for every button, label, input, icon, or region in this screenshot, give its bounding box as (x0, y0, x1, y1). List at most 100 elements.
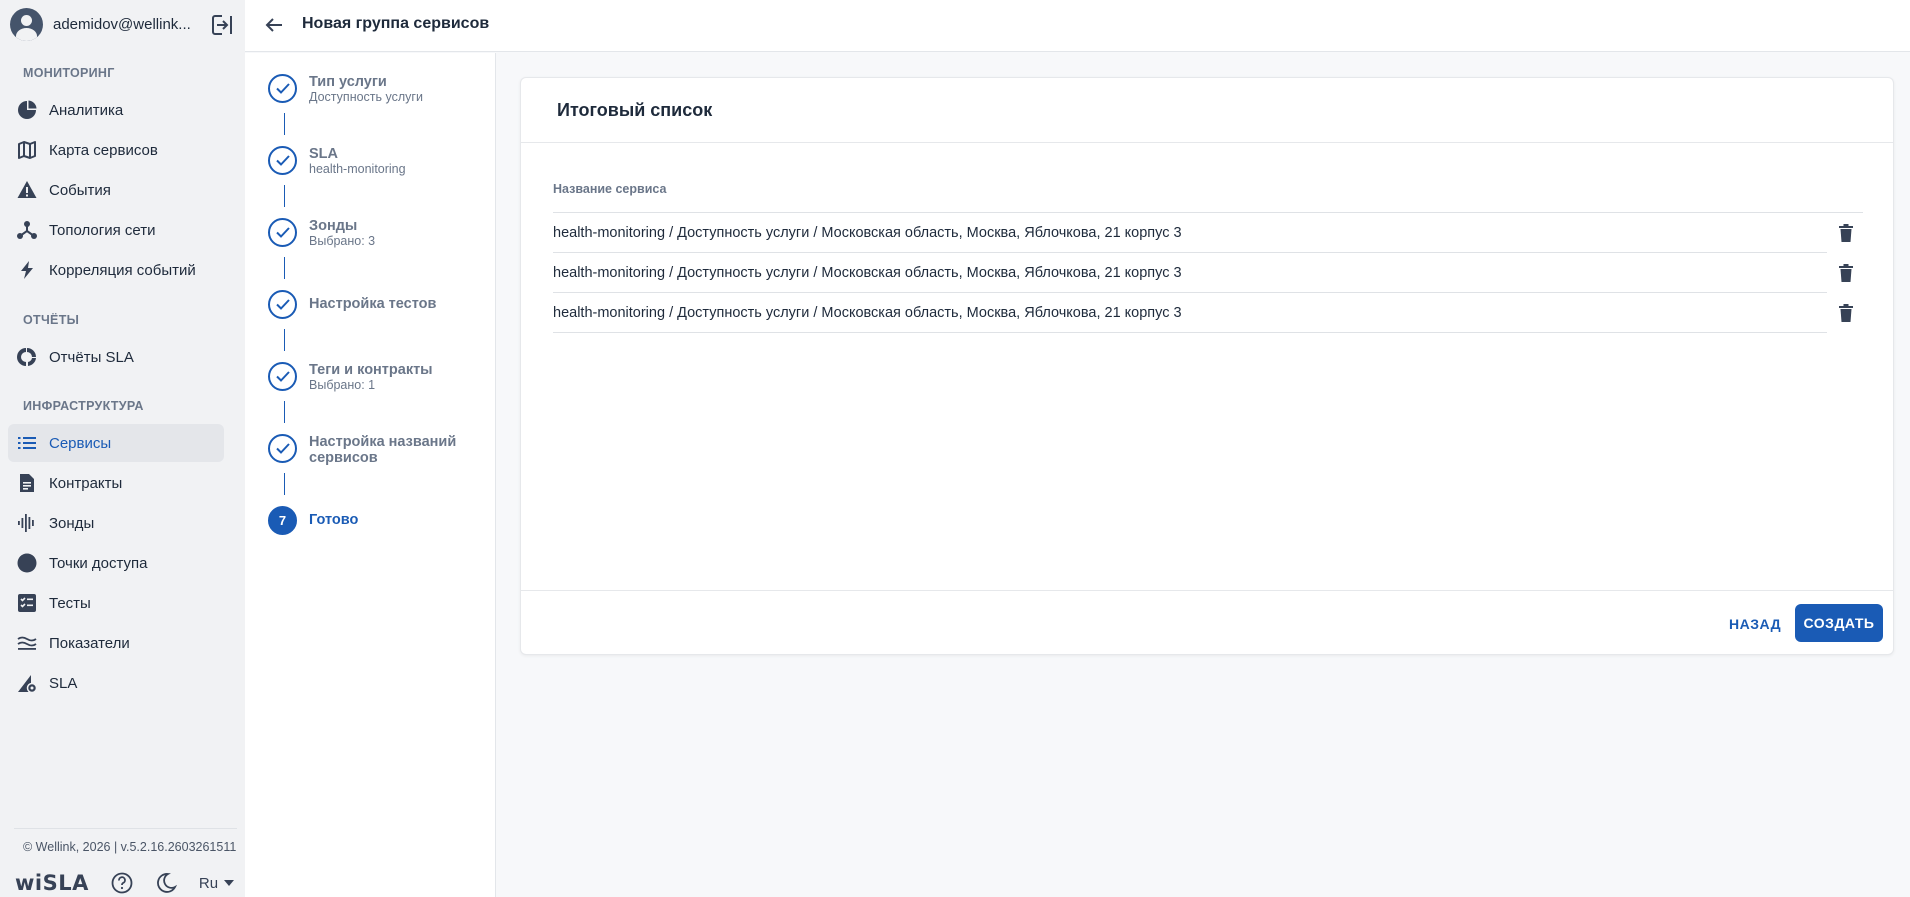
sidebar-item-label: Отчёты SLA (49, 348, 134, 366)
sidebar-item-label: Аналитика (49, 101, 124, 119)
sidebar: ademidov@wellink... МОНИТОРИНГ Аналитика… (0, 0, 245, 897)
step-title: Готово (309, 512, 359, 528)
checklist-icon (18, 594, 36, 612)
warning-icon (17, 181, 37, 198)
sidebar-item-label: Показатели (49, 634, 130, 652)
sidebar-item-contracts[interactable]: Контракты (8, 464, 224, 502)
copyright-text: © Wellink, 2026 | v.5.2.16.2603261511 (23, 840, 237, 854)
sidebar-item-service-map[interactable]: Карта сервисов (8, 131, 224, 169)
sidebar-item-services[interactable]: Сервисы (8, 424, 224, 462)
sidebar-item-indicators[interactable]: Показатели (8, 624, 224, 662)
sidebar-item-sla[interactable]: SLA (8, 664, 224, 702)
dark-mode-icon[interactable] (155, 872, 177, 894)
sidebar-item-label: Карта сервисов (49, 141, 158, 159)
sidebar-item-events[interactable]: События (8, 171, 224, 209)
step-title: Зонды (309, 218, 358, 234)
service-name-cell: health-monitoring / Доступность услуги /… (553, 305, 1182, 321)
sidebar-item-label: Контракты (49, 474, 123, 492)
trash-icon[interactable] (1836, 303, 1856, 323)
sidebar-divider (14, 828, 237, 829)
sidebar-item-tests[interactable]: Тесты (8, 584, 224, 622)
card-footer-divider (521, 590, 1893, 591)
step-title: SLA (309, 146, 338, 162)
service-name-cell: health-monitoring / Доступность услуги /… (553, 265, 1182, 281)
map-icon (18, 141, 36, 159)
check-circle-icon (268, 74, 297, 103)
step-subtitle: Выбрано: 1 (309, 378, 376, 392)
section-title-reports: ОТЧЁТЫ (23, 313, 80, 327)
sidebar-item-label: Сервисы (49, 434, 112, 452)
sidebar-item-label: Зонды (49, 514, 95, 532)
check-circle-icon (268, 218, 297, 247)
sidebar-item-analytics[interactable]: Аналитика (8, 91, 224, 129)
user-menu[interactable]: ademidov@wellink... (10, 7, 235, 41)
donut-icon (17, 348, 36, 366)
sidebar-item-label: SLA (49, 674, 78, 692)
pie-chart-icon (18, 100, 37, 119)
language-label: Ru (198, 874, 219, 892)
back-button[interactable]: НАЗАД (1729, 616, 1781, 632)
sidebar-item-label: Топология сети (49, 221, 156, 239)
table-row: health-monitoring / Доступность услуги /… (553, 213, 1863, 253)
back-arrow-icon[interactable] (262, 13, 286, 37)
sidebar-item-topology[interactable]: Топология сети (8, 211, 224, 249)
sidebar-footer: wiSLA Ru (15, 868, 235, 897)
table-row: health-monitoring / Доступность услуги /… (553, 293, 1863, 333)
sidebar-item-correlation[interactable]: Корреляция событий (8, 251, 224, 289)
card-divider (521, 142, 1893, 143)
check-circle-icon (268, 434, 297, 463)
step-subtitle: Выбрано: 3 (309, 234, 376, 248)
user-name: ademidov@wellink... (53, 15, 191, 33)
avatar (10, 7, 43, 41)
wisla-logo: wiSLA (15, 871, 89, 895)
sidebar-item-sla-reports[interactable]: Отчёты SLA (8, 338, 224, 376)
indicators-icon (17, 636, 37, 650)
step-title: Тип услуги (309, 74, 387, 90)
step-title: Настройка названий сервисов (309, 434, 457, 466)
trash-icon[interactable] (1836, 223, 1856, 243)
sidebar-item-label: Тесты (49, 594, 91, 612)
step-subtitle: Доступность услуги (309, 90, 423, 104)
sidebar-item-label: События (49, 181, 111, 199)
sidebar-item-label: Точки доступа (49, 554, 148, 572)
trash-icon[interactable] (1836, 263, 1856, 283)
row-divider (553, 332, 1827, 333)
wizard-stepper: Тип услуги Доступность услуги SLA health… (245, 53, 496, 897)
logout-icon[interactable] (210, 13, 234, 37)
language-selector[interactable]: Ru (198, 874, 235, 892)
column-header-service-name: Название сервиса (553, 182, 667, 196)
summary-card: Итоговый список Название сервиса health-… (520, 77, 1894, 655)
step-connector (284, 329, 285, 351)
help-icon[interactable] (111, 872, 133, 894)
chevron-down-icon (224, 880, 235, 886)
step-connector (284, 113, 285, 135)
create-button[interactable]: СОЗДАТЬ (1795, 604, 1883, 642)
step-title: Настройка тестов (309, 296, 437, 312)
sidebar-item-label: Корреляция событий (49, 261, 196, 279)
check-circle-icon (268, 362, 297, 391)
step-connector (284, 185, 285, 207)
list-icon (18, 437, 36, 449)
table-row: health-monitoring / Доступность услуги /… (553, 253, 1863, 293)
probe-icon (18, 514, 34, 532)
section-title-infrastructure: ИНФРАСТРУКТУРА (23, 399, 144, 413)
section-title-monitoring: МОНИТОРИНГ (23, 66, 115, 80)
step-connector (284, 401, 285, 423)
document-icon (20, 474, 34, 492)
step-number-badge: 7 (268, 506, 297, 535)
sidebar-item-probes[interactable]: Зонды (8, 504, 224, 542)
lightning-icon (21, 261, 33, 279)
step-title: Теги и контракты (309, 362, 433, 378)
card-title: Итоговый список (557, 100, 713, 120)
step-connector (284, 257, 285, 279)
circle-icon (17, 553, 37, 573)
step-subtitle: health-monitoring (309, 162, 406, 176)
check-circle-icon (268, 290, 297, 319)
service-name-cell: health-monitoring / Доступность услуги /… (553, 225, 1182, 241)
page-title: Новая группа сервисов (302, 15, 490, 32)
topology-icon (17, 221, 37, 239)
step-connector (284, 473, 285, 495)
sidebar-item-access-points[interactable]: Точки доступа (8, 544, 224, 582)
top-header: Новая группа сервисов (245, 0, 1910, 52)
check-circle-icon (268, 146, 297, 175)
